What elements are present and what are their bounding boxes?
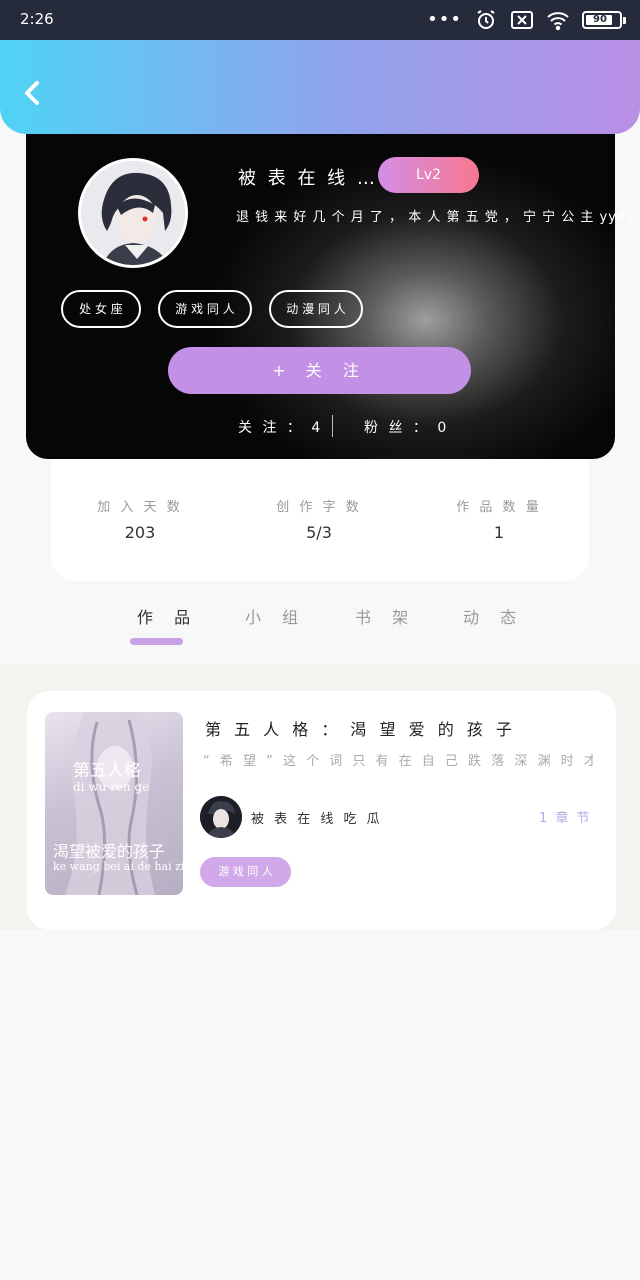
- battery-level: 90: [593, 14, 607, 25]
- work-cover[interactable]: 第五人格 di wu ren ge 渴望被爱的孩子 ke wang bei ai…: [45, 712, 183, 895]
- stat-value: 5/3: [306, 523, 332, 542]
- profile-tags: 处 女 座 游 戏 同 人 动 漫 同 人: [61, 290, 363, 328]
- profile-tag[interactable]: 动 漫 同 人: [269, 290, 363, 328]
- back-button[interactable]: [16, 76, 50, 110]
- stat-value: 203: [124, 523, 156, 542]
- work-title[interactable]: 第 五 人 格 ： 渴 望 爱 的 孩 子: [205, 716, 516, 740]
- profile-tag[interactable]: 处 女 座: [61, 290, 141, 328]
- user-bio: 退 钱 来 好 几 个 月 了 ， 本 人 第 五 党 ， 宁 宁 公 主 yy…: [236, 210, 634, 225]
- following-count[interactable]: 关 注 ： 4: [238, 417, 323, 437]
- battery-icon: 90: [582, 11, 626, 29]
- header-bar: [0, 40, 640, 134]
- profile-card: 被 表 在 线 … Lv2 退 钱 来 好 几 个 月 了 ， 本 人 第 五 …: [26, 120, 633, 459]
- stats-card: 加 入 天 数 203 创 作 字 数 5/3 作 品 数 量 1: [51, 458, 589, 581]
- plus-icon: +: [272, 361, 306, 380]
- more-dots-icon: •••: [427, 9, 462, 30]
- author-avatar[interactable]: [200, 796, 242, 838]
- cover-subtitle-pinyin: ke wang bei ai de hai zi: [53, 860, 183, 873]
- stat-value: 1: [493, 523, 505, 542]
- cover-subtitle: 渴望被爱的孩子: [53, 842, 166, 861]
- fans-count[interactable]: 粉 丝 ： 0: [364, 417, 449, 437]
- work-tag[interactable]: 游 戏 同 人: [200, 857, 291, 887]
- author-avatar-image: [200, 796, 242, 838]
- cover-pinyin: di wu ren ge: [73, 780, 150, 794]
- work-description: “ 希 望 ” 这 个 词 只 有 在 自 己 跌 落 深 渊 时 才 会 想 …: [203, 754, 593, 769]
- wifi-icon: [547, 12, 569, 31]
- profile-tag[interactable]: 游 戏 同 人: [158, 290, 252, 328]
- no-sim-icon: [511, 11, 533, 29]
- active-tab-indicator: [130, 638, 183, 645]
- level-badge: Lv2: [378, 157, 479, 193]
- status-bar: 2:26 ••• 90: [0, 0, 640, 40]
- stat-label: 作 品 数 量: [456, 500, 542, 515]
- username: 被 表 在 线 …: [238, 168, 378, 189]
- stat-works-count: 作 品 数 量 1: [419, 496, 579, 542]
- count-divider: [332, 415, 333, 437]
- stat-label: 加 入 天 数: [97, 500, 183, 515]
- work-card[interactable]: 第五人格 di wu ren ge 渴望被爱的孩子 ke wang bei ai…: [27, 691, 616, 930]
- follow-counts: 关 注 ： 4 粉 丝 ： 0: [26, 412, 615, 442]
- stat-word-count: 创 作 字 数 5/3: [239, 496, 399, 542]
- tab-works[interactable]: 作 品: [137, 604, 198, 628]
- status-icons: ••• 90: [427, 8, 626, 32]
- stat-label: 创 作 字 数: [276, 500, 362, 515]
- chapter-count: 1 章 节: [539, 811, 592, 826]
- tab-groups[interactable]: 小 组: [245, 604, 306, 628]
- cover-title: 第五人格: [73, 761, 141, 781]
- follow-label: 关 注: [305, 361, 367, 380]
- author-name[interactable]: 被 表 在 线 吃 瓜: [251, 808, 383, 827]
- tab-bookshelf[interactable]: 书 架: [355, 604, 416, 628]
- follow-button[interactable]: +关 注: [168, 347, 471, 394]
- tab-activity[interactable]: 动 态: [463, 604, 524, 628]
- avatar[interactable]: [78, 158, 188, 268]
- avatar-image: [81, 161, 185, 265]
- alarm-icon: [477, 10, 495, 29]
- works-list: 第五人格 di wu ren ge 渴望被爱的孩子 ke wang bei ai…: [0, 664, 640, 930]
- status-time: 2:26: [20, 10, 54, 28]
- tab-bar: 作 品 小 组 书 架 动 态: [0, 596, 640, 664]
- stat-join-days: 加 入 天 数 203: [60, 496, 220, 542]
